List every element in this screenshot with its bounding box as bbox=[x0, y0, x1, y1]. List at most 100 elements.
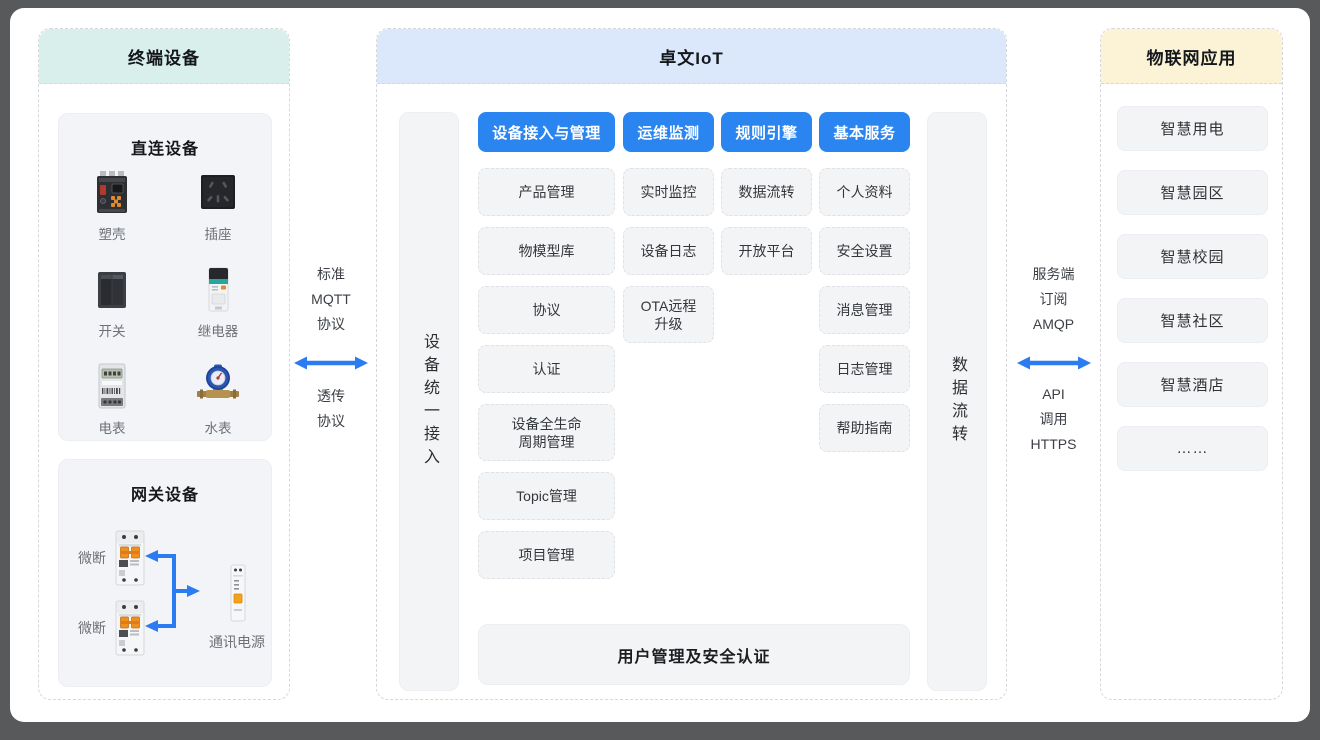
user-management-footer: 用户管理及安全认证 bbox=[478, 624, 910, 685]
device-molded-case: 塑壳 bbox=[88, 168, 136, 243]
module-label: 实时监控 bbox=[641, 183, 697, 201]
connector-line: API bbox=[1010, 382, 1097, 407]
iot-platform-title: 卓文IoT bbox=[659, 44, 724, 69]
module-label: 设备日志 bbox=[641, 242, 697, 260]
app-item-smart-campus: 智慧校园 bbox=[1117, 234, 1268, 279]
terminal-devices-panel: 终端设备 直连设备 bbox=[38, 28, 290, 700]
gateway-devices-title: 网关设备 bbox=[59, 481, 271, 505]
connector-line: 调用 bbox=[1010, 407, 1097, 432]
module-item: 开放平台 bbox=[721, 227, 812, 275]
device-label: 插座 bbox=[205, 223, 232, 243]
device-label: 开关 bbox=[99, 320, 126, 340]
connector-line: 协议 bbox=[288, 312, 374, 337]
left-connector-protocol-bottom: 透传 协议 bbox=[288, 384, 374, 434]
app-item-more: …… bbox=[1117, 426, 1268, 471]
module-label: 开放平台 bbox=[739, 242, 795, 260]
app-item-smart-park: 智慧园区 bbox=[1117, 170, 1268, 215]
connector-line: HTTPS bbox=[1010, 432, 1097, 457]
device-label: 水表 bbox=[205, 417, 232, 437]
module-item: Topic管理 bbox=[478, 472, 615, 520]
connector-line: 服务端 bbox=[1010, 262, 1097, 287]
connector-line: MQTT bbox=[288, 287, 374, 312]
connector-line: AMQP bbox=[1010, 312, 1097, 337]
module-item: 协议 bbox=[478, 286, 615, 334]
direct-devices-title: 直连设备 bbox=[59, 135, 271, 159]
right-rail-data-flow: 数据流转 bbox=[927, 112, 987, 691]
switch-icon bbox=[88, 265, 136, 313]
comm-power-icon bbox=[230, 563, 246, 623]
module-item: 物模型库 bbox=[478, 227, 615, 275]
iot-platform-panel: 卓文IoT 设备统一接入 数据流转 设备接入与管理 运维监测 规则引擎 基本服务… bbox=[376, 28, 1007, 700]
breaker1-label: 微断 bbox=[72, 548, 112, 568]
module-label: 安全设置 bbox=[837, 242, 893, 260]
module-label: 设备全生命 bbox=[512, 415, 582, 433]
circuit-breaker-icon bbox=[115, 600, 145, 656]
direct-devices-box: 直连设备 bbox=[58, 113, 272, 441]
direct-devices-grid: 塑壳 插座 bbox=[59, 168, 271, 437]
module-label: 项目管理 bbox=[519, 546, 575, 564]
category-button-device-access: 设备接入与管理 bbox=[478, 112, 615, 152]
module-label: 认证 bbox=[533, 360, 561, 378]
module-item: 消息管理 bbox=[819, 286, 910, 334]
module-item: 设备日志 bbox=[623, 227, 714, 275]
module-label: 升级 bbox=[655, 315, 683, 333]
circuit-breaker-icon bbox=[115, 530, 145, 586]
terminal-devices-title: 终端设备 bbox=[128, 44, 200, 69]
device-relay: 继电器 bbox=[194, 265, 242, 340]
module-item: 个人资料 bbox=[819, 168, 910, 216]
device-label: 塑壳 bbox=[99, 223, 126, 243]
left-connector-protocol-top: 标准 MQTT 协议 bbox=[288, 262, 374, 337]
gateway-devices-box: 网关设备 微断 微断 bbox=[58, 459, 272, 687]
molded-case-breaker-icon bbox=[88, 168, 136, 216]
iot-applications-panel: 物联网应用 智慧用电 智慧园区 智慧校园 智慧社区 智慧酒店 …… bbox=[1100, 28, 1283, 700]
module-label: OTA远程 bbox=[641, 297, 697, 315]
device-water-meter: 水表 bbox=[194, 362, 242, 437]
module-label: 个人资料 bbox=[837, 183, 893, 201]
connector-line: 协议 bbox=[288, 409, 374, 434]
device-socket: 插座 bbox=[194, 168, 242, 243]
module-item: 数据流转 bbox=[721, 168, 812, 216]
app-item-smart-hotel: 智慧酒店 bbox=[1117, 362, 1268, 407]
water-meter-icon bbox=[194, 362, 242, 410]
module-item: 实时监控 bbox=[623, 168, 714, 216]
device-label: 电表 bbox=[99, 417, 126, 437]
connector-line: 标准 bbox=[288, 262, 374, 287]
iot-applications-header: 物联网应用 bbox=[1101, 29, 1282, 84]
relay-icon bbox=[194, 265, 242, 313]
category-button-basic-services: 基本服务 bbox=[819, 112, 910, 152]
module-label: Topic管理 bbox=[516, 487, 577, 505]
app-item-smart-community: 智慧社区 bbox=[1117, 298, 1268, 343]
module-label: 周期管理 bbox=[519, 433, 575, 451]
comm-power-label: 通讯电源 bbox=[197, 632, 277, 652]
socket-icon bbox=[194, 168, 242, 216]
module-label: 数据流转 bbox=[739, 183, 795, 201]
right-rail-label: 数据流转 bbox=[945, 356, 969, 448]
module-label: 日志管理 bbox=[837, 360, 893, 378]
connector-line: 订阅 bbox=[1010, 287, 1097, 312]
category-button-ops-monitoring: 运维监测 bbox=[623, 112, 714, 152]
left-rail-device-unified-access: 设备统一接入 bbox=[399, 112, 459, 691]
module-label: 消息管理 bbox=[837, 301, 893, 319]
module-label: 物模型库 bbox=[519, 242, 575, 260]
module-item: 认证 bbox=[478, 345, 615, 393]
double-arrow-icon bbox=[1016, 352, 1092, 374]
module-label: 产品管理 bbox=[519, 183, 575, 201]
module-item: 项目管理 bbox=[478, 531, 615, 579]
device-switch: 开关 bbox=[88, 265, 136, 340]
iot-platform-header: 卓文IoT bbox=[377, 29, 1006, 84]
app-item-smart-power: 智慧用电 bbox=[1117, 106, 1268, 151]
device-electric-meter: 电表 bbox=[88, 362, 136, 437]
module-label: 协议 bbox=[533, 301, 561, 319]
terminal-devices-header: 终端设备 bbox=[39, 29, 289, 84]
left-rail-label: 设备统一接入 bbox=[417, 333, 441, 471]
breaker2-label: 微断 bbox=[72, 618, 112, 638]
module-item: 日志管理 bbox=[819, 345, 910, 393]
module-item: OTA远程 升级 bbox=[623, 286, 714, 343]
module-item: 产品管理 bbox=[478, 168, 615, 216]
module-item: 设备全生命 周期管理 bbox=[478, 404, 615, 461]
right-connector-protocol-bottom: API 调用 HTTPS bbox=[1010, 382, 1097, 457]
device-label: 继电器 bbox=[198, 320, 239, 340]
right-connector-protocol-top: 服务端 订阅 AMQP bbox=[1010, 262, 1097, 337]
electric-meter-icon bbox=[88, 362, 136, 410]
module-item: 安全设置 bbox=[819, 227, 910, 275]
